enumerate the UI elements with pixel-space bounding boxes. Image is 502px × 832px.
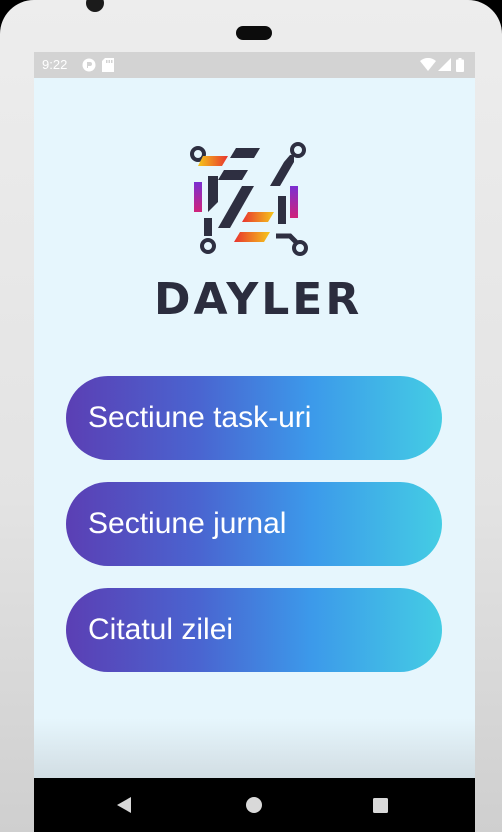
- back-icon: [117, 797, 131, 813]
- status-time: 9:22: [42, 57, 68, 72]
- speaker: [236, 26, 272, 40]
- navigation-bar: [34, 778, 475, 832]
- camera: [86, 0, 104, 12]
- battery-icon: [456, 58, 464, 76]
- journal-section-button[interactable]: Sectiune jurnal: [66, 482, 442, 566]
- screen: 9:22 DAYLER Sectiune task-uri Sectiune j…: [34, 52, 475, 832]
- settings-circle-icon: [82, 58, 96, 76]
- sd-card-icon: [102, 58, 114, 76]
- home-icon: [246, 797, 262, 813]
- status-bar: 9:22: [34, 52, 475, 78]
- main-content: DAYLER Sectiune task-uri Sectiune jurnal…: [34, 78, 475, 804]
- wifi-icon: [420, 57, 436, 75]
- quote-of-day-button[interactable]: Citatul zilei: [66, 588, 442, 672]
- recents-button[interactable]: [350, 778, 410, 832]
- back-button[interactable]: [94, 778, 154, 832]
- phone-frame: 9:22 DAYLER Sectiune task-uri Sectiune j…: [0, 0, 502, 832]
- task-section-button[interactable]: Sectiune task-uri: [66, 376, 442, 460]
- brand-name: DAYLER: [154, 274, 363, 325]
- dayler-logo-icon: [184, 140, 314, 260]
- home-button[interactable]: [224, 778, 284, 832]
- recents-icon: [372, 797, 388, 813]
- signal-icon: [438, 58, 451, 75]
